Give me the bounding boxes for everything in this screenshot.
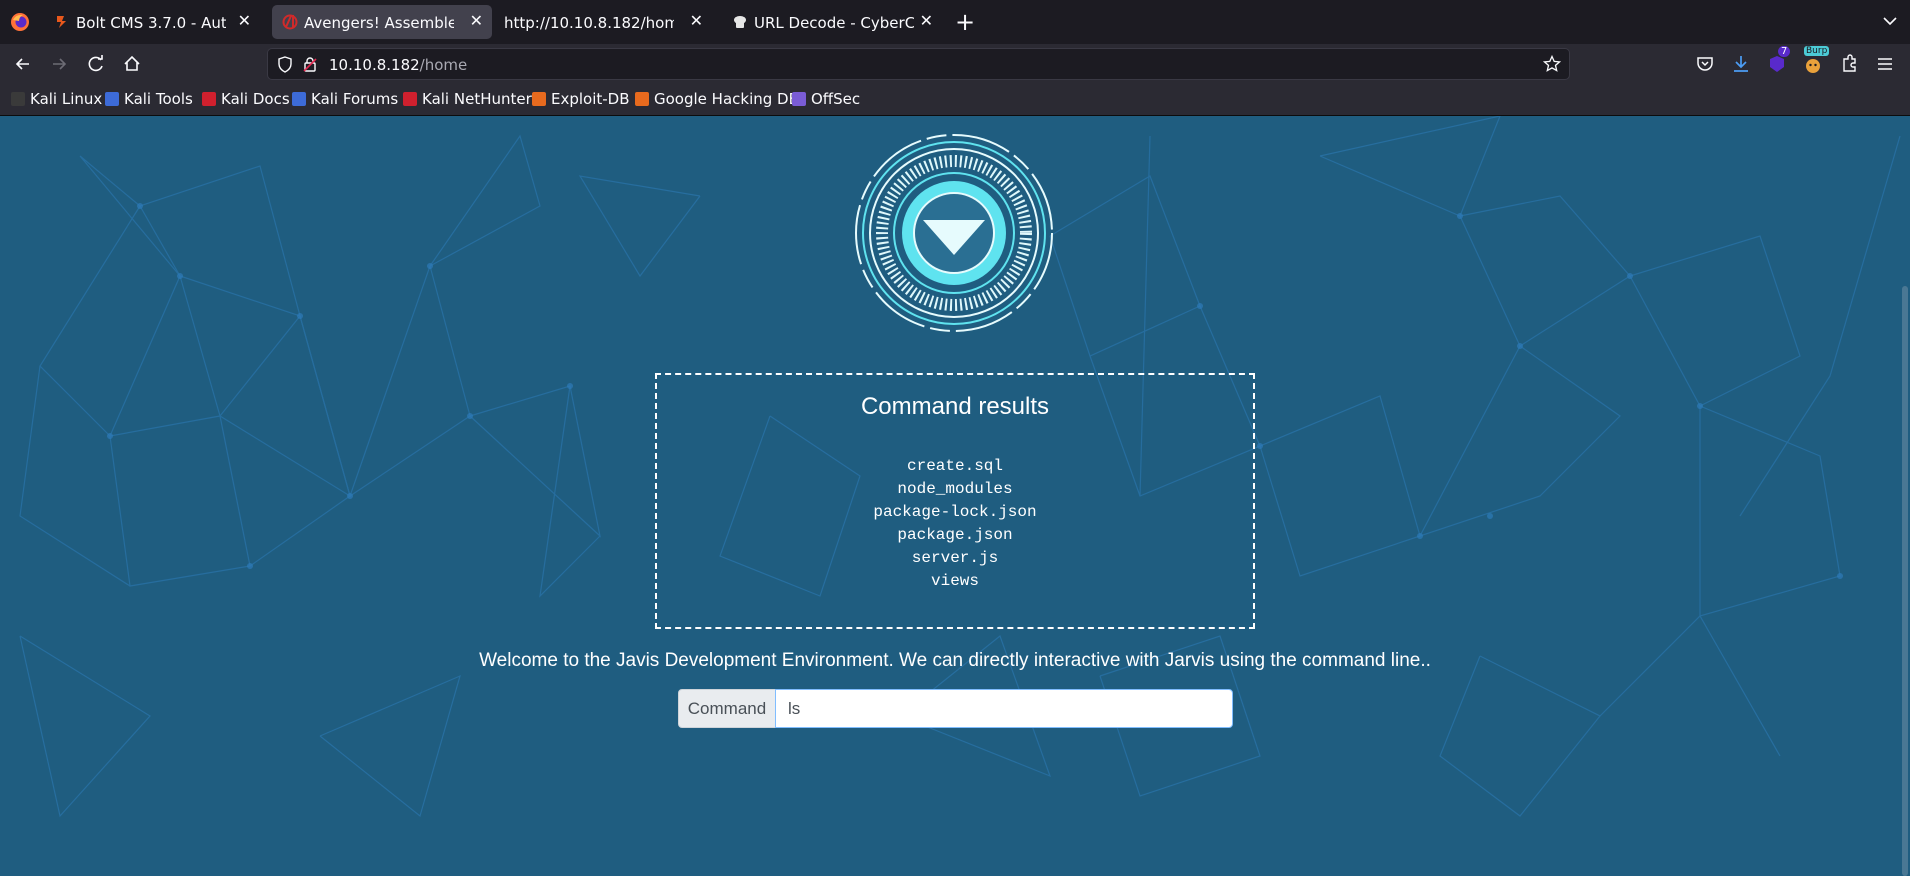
bookmark-kali-docs[interactable]: Kali Docs [202,90,290,110]
ghdb-icon [635,92,649,106]
tab-title: URL Decode - CyberChef [754,14,914,32]
result-line: node_modules [897,480,1013,498]
chevron-down-icon[interactable] [1882,13,1898,29]
cyberchef-icon [734,16,746,28]
bookmark-label: Kali Linux [30,90,103,108]
tab-bolt-cms[interactable]: Bolt CMS 3.7.0 - Authenticated ✕ [44,5,260,39]
page-scrollbar[interactable] [1902,286,1908,876]
tab-title: Avengers! Assemble! [304,14,454,32]
pocket-icon[interactable] [1694,53,1716,75]
result-line: package.json [897,526,1013,544]
bookmark-kali-linux[interactable]: Kali Linux [11,90,102,110]
bookmark-label: Kali NetHunter [422,90,532,108]
kali-forums-icon [292,92,306,106]
nethunter-icon [403,92,417,106]
tab-title: Bolt CMS 3.7.0 - Authenticated [76,14,226,32]
page-body: Command results create.sql node_modules … [0,116,1910,876]
bookmark-exploit-db[interactable]: Exploit-DB [532,90,630,110]
reload-icon[interactable] [85,53,107,75]
close-icon[interactable]: ✕ [920,11,933,31]
burp-extension[interactable]: Burp [1802,46,1830,75]
burp-icon [1806,59,1820,73]
tab-bar: Bolt CMS 3.7.0 - Authenticated ✕ Avenger… [0,0,1910,44]
url-text[interactable]: 10.10.8.182/home [329,56,467,74]
exploit-db-icon [532,92,546,106]
nav-toolbar: 10.10.8.182/home 7 Burp [0,44,1910,84]
bookmark-label: Kali Tools [124,90,193,108]
avengers-icon [282,14,298,30]
star-icon[interactable] [1543,55,1561,73]
result-line: views [930,572,979,590]
url-host: 10.10.8.182 [329,56,420,74]
home-icon[interactable] [121,53,143,75]
close-icon[interactable]: ✕ [470,11,483,31]
tab-home[interactable]: http://10.10.8.182/home ✕ [496,5,712,39]
result-line: create.sql [906,457,1003,475]
kali-tools-icon [105,92,119,106]
tab-avengers[interactable]: Avengers! Assemble! ✕ [272,5,492,39]
tab-cyberchef[interactable]: URL Decode - CyberChef ✕ [722,5,942,39]
extensions-icon[interactable] [1838,53,1860,75]
command-input[interactable] [775,689,1233,728]
new-tab-button[interactable]: + [955,9,975,35]
firefox-icon[interactable] [10,12,30,32]
bookmark-kali-tools[interactable]: Kali Tools [105,90,193,110]
command-results-box: Command results create.sql node_modules … [655,373,1255,629]
results-title: Command results [860,393,1050,420]
welcome-message: Welcome to the Javis Development Environ… [479,650,1431,671]
bookmark-google-hacking-db[interactable]: Google Hacking DB [635,90,799,110]
extension-count: 7 [1778,46,1791,57]
offsec-icon [792,92,806,106]
extension-badge[interactable]: 7 [1766,46,1791,75]
command-form: Command [678,689,1233,728]
menu-icon[interactable] [1874,53,1896,75]
shield-icon[interactable] [277,56,293,73]
results-list: create.sql node_modules package-lock.jso… [657,455,1253,593]
bolt-icon [57,16,66,28]
bookmark-label: Kali Docs [221,90,290,108]
bookmark-offsec[interactable]: OffSec [792,90,860,110]
bookmark-kali-forums[interactable]: Kali Forums [292,90,398,110]
forward-icon[interactable] [48,53,70,75]
url-path: /home [419,56,468,74]
bookmark-label: Kali Forums [311,90,399,108]
burp-label: Burp [1804,46,1830,56]
bookmark-label: OffSec [811,90,861,108]
bookmark-kali-nethunter[interactable]: Kali NetHunter [403,90,532,110]
kali-icon [11,92,25,106]
result-line: package-lock.json [873,503,1037,521]
kali-docs-icon [202,92,216,106]
result-line: server.js [911,549,999,567]
download-icon[interactable] [1730,53,1752,75]
back-icon[interactable] [12,53,34,75]
arc-reactor-logo [855,134,1053,332]
bookmark-label: Google Hacking DB [654,90,799,108]
address-bar[interactable]: 10.10.8.182/home [267,48,1570,80]
bookmarks-toolbar: Kali Linux Kali Tools Kali Docs Kali For… [0,84,1910,116]
tab-title: http://10.10.8.182/home [504,14,674,32]
lock-icon[interactable] [302,56,318,73]
close-icon[interactable]: ✕ [238,11,251,31]
command-label: Command [678,689,776,728]
bookmark-label: Exploit-DB [551,90,630,108]
close-icon[interactable]: ✕ [690,11,703,31]
